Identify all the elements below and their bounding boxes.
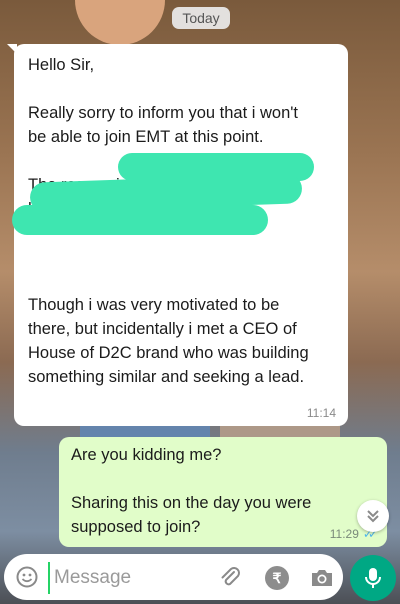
message-line: something similar and seeking a lead.: [28, 368, 305, 386]
message-line: be able to join EMT at this point.: [28, 128, 264, 146]
message-line: there, but incidentally i met a CEO of: [28, 320, 297, 338]
outgoing-message-bubble[interactable]: Are you kidding me? Sharing this on the …: [59, 437, 387, 547]
message-timestamp: 11:14: [306, 406, 336, 420]
wallpaper: [75, 0, 165, 45]
mic-icon: [365, 568, 381, 588]
camera-icon[interactable]: [309, 566, 335, 590]
message-line: Hello Sir,: [28, 56, 95, 74]
message-line-blank: [28, 77, 336, 101]
message-line: House of D2C brand who was building: [28, 344, 309, 362]
rupee-icon[interactable]: ₹: [265, 566, 289, 590]
date-divider: Today: [172, 7, 230, 29]
emoji-icon[interactable]: [16, 566, 38, 588]
attach-icon[interactable]: [218, 566, 242, 590]
message-line: Are you kidding me?: [71, 446, 222, 464]
message-input[interactable]: [48, 562, 206, 594]
message-line: Though i was very motivated to be: [28, 296, 280, 314]
message-line: Sharing this on the day you were: [71, 494, 312, 512]
message-line: Really sorry to inform you that i won't: [28, 104, 299, 122]
message-composer: ₹: [4, 554, 343, 600]
message-line-redacted: [28, 245, 336, 269]
message-line-blank: [28, 269, 336, 293]
chevron-double-down-icon: [367, 510, 379, 523]
voice-message-button[interactable]: [350, 555, 396, 601]
message-timestamp: 11:29: [329, 527, 359, 541]
redaction-scribble: [12, 205, 268, 235]
incoming-message-bubble[interactable]: Hello Sir, Really sorry to inform you th…: [7, 44, 348, 426]
message-line-blank: [71, 467, 375, 491]
scroll-to-bottom-button[interactable]: [357, 500, 389, 532]
